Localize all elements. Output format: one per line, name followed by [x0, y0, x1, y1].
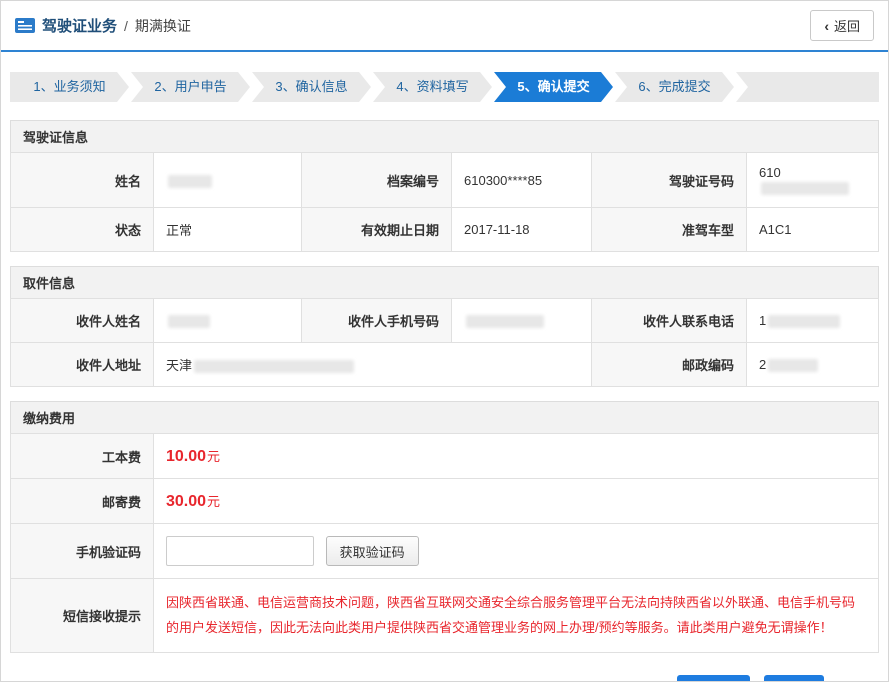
field-label-status: 状态 — [11, 208, 154, 252]
field-label-postal-code: 邮政编码 — [592, 343, 747, 387]
section-title: 驾驶证信息 — [10, 120, 879, 153]
redacted-value — [768, 315, 840, 328]
fee-value-production: 10.00元 — [154, 434, 879, 479]
fee-value-postage: 30.00元 — [154, 479, 879, 524]
fees-table: 工本费 10.00元 邮寄费 30.00元 手机验证码 获取验证码 短信接收提 — [10, 433, 879, 653]
breadcrumb: 驾驶证业务 / 期满换证 — [15, 15, 191, 36]
fee-label-postage: 邮寄费 — [11, 479, 154, 524]
previous-step-button[interactable]: 上一步 — [677, 675, 750, 682]
field-value-recipient-mobile — [452, 299, 592, 343]
field-value-recipient-name — [154, 299, 302, 343]
field-label-recipient-mobile: 收件人手机号码 — [302, 299, 452, 343]
back-chevron-icon: ‹ — [824, 19, 829, 33]
section-fees: 缴纳费用 工本费 10.00元 邮寄费 30.00元 手机验证码 — [10, 401, 879, 653]
step-4-fill-data[interactable]: 4、资料填写 — [373, 72, 492, 102]
fee-unit: 元 — [207, 494, 220, 509]
step-2-user-declaration[interactable]: 2、用户申告 — [131, 72, 250, 102]
fee-label-production: 工本费 — [11, 434, 154, 479]
redacted-value — [466, 315, 544, 328]
field-label-file-number: 档案编号 — [302, 153, 452, 208]
table-row: 手机验证码 获取验证码 — [11, 524, 879, 579]
table-row: 短信接收提示 因陕西省联通、电信运营商技术问题，陕西省互联网交通安全综合服务管理… — [11, 579, 879, 653]
step-5-confirm-submit[interactable]: 5、确认提交 — [494, 72, 613, 102]
section-title: 取件信息 — [10, 266, 879, 299]
page-subtitle: 期满换证 — [135, 16, 191, 36]
step-3-confirm-info[interactable]: 3、确认信息 — [252, 72, 371, 102]
redacted-value — [194, 360, 354, 373]
back-button-label: 返回 — [834, 16, 860, 35]
field-label-license-number: 驾驶证号码 — [592, 153, 747, 208]
pickup-info-table: 收件人姓名 收件人手机号码 收件人联系电话 1 收件人地址 天津 邮政编码 2 — [10, 298, 879, 387]
finish-button[interactable]: 完成 — [764, 675, 824, 682]
get-sms-code-button[interactable]: 获取验证码 — [326, 536, 419, 566]
field-label-recipient-name: 收件人姓名 — [11, 299, 154, 343]
redacted-value — [768, 359, 818, 372]
page-title: 驾驶证业务 — [42, 15, 117, 36]
fee-unit: 元 — [207, 449, 220, 464]
table-row: 状态 正常 有效期止日期 2017-11-18 准驾车型 A1C1 — [11, 208, 879, 252]
field-value-file-number: 610300****85 — [452, 153, 592, 208]
redacted-value — [168, 315, 210, 328]
table-row: 收件人姓名 收件人手机号码 收件人联系电话 1 — [11, 299, 879, 343]
section-title: 缴纳费用 — [10, 401, 879, 434]
back-button[interactable]: ‹ 返回 — [810, 10, 874, 41]
field-value-vehicle-class: A1C1 — [747, 208, 879, 252]
breadcrumb-separator: / — [124, 18, 128, 34]
step-1-business-notice[interactable]: 1、业务须知 — [10, 72, 129, 102]
field-label-name: 姓名 — [11, 153, 154, 208]
redacted-value — [168, 175, 212, 188]
section-license-info: 驾驶证信息 姓名 档案编号 610300****85 驾驶证号码 610 状态 … — [10, 120, 879, 252]
field-value-license-number: 610 — [747, 153, 879, 208]
step-wizard: 1、业务须知 2、用户申告 3、确认信息 4、资料填写 5、确认提交 6、完成提… — [10, 72, 879, 102]
field-label-expiry-date: 有效期止日期 — [302, 208, 452, 252]
redacted-value — [761, 182, 849, 195]
page-header: 驾驶证业务 / 期满换证 ‹ 返回 — [1, 1, 888, 52]
field-label-sms-notice: 短信接收提示 — [11, 579, 154, 653]
field-value-name — [154, 153, 302, 208]
table-row: 邮寄费 30.00元 — [11, 479, 879, 524]
license-info-table: 姓名 档案编号 610300****85 驾驶证号码 610 状态 正常 有效期… — [10, 152, 879, 252]
field-value-recipient-address: 天津 — [154, 343, 592, 387]
table-row: 收件人地址 天津 邮政编码 2 — [11, 343, 879, 387]
fee-amount: 10.00 — [166, 448, 206, 465]
field-label-recipient-phone: 收件人联系电话 — [592, 299, 747, 343]
table-row: 工本费 10.00元 — [11, 434, 879, 479]
sms-notice-text: 因陕西省联通、电信运营商技术问题，陕西省互联网交通安全综合服务管理平台无法向持陕… — [166, 591, 866, 640]
license-business-icon — [15, 18, 35, 33]
page-container: 驾驶证业务 / 期满换证 ‹ 返回 1、业务须知 2、用户申告 3、确认信息 4… — [0, 0, 889, 682]
sms-code-cell: 获取验证码 — [154, 524, 879, 579]
field-label-recipient-address: 收件人地址 — [11, 343, 154, 387]
sms-code-input[interactable] — [166, 536, 314, 566]
step-6-complete-submit[interactable]: 6、完成提交 — [615, 72, 734, 102]
section-pickup-info: 取件信息 收件人姓名 收件人手机号码 收件人联系电话 1 收件人地址 天津 邮政… — [10, 266, 879, 387]
fee-amount: 30.00 — [166, 493, 206, 510]
field-label-vehicle-class: 准驾车型 — [592, 208, 747, 252]
step-bar-filler — [736, 72, 879, 102]
sms-notice-cell: 因陕西省联通、电信运营商技术问题，陕西省互联网交通安全综合服务管理平台无法向持陕… — [154, 579, 879, 653]
table-row: 姓名 档案编号 610300****85 驾驶证号码 610 — [11, 153, 879, 208]
field-value-status: 正常 — [154, 208, 302, 252]
field-value-postal-code: 2 — [747, 343, 879, 387]
field-label-sms-code: 手机验证码 — [11, 524, 154, 579]
field-value-recipient-phone: 1 — [747, 299, 879, 343]
footer-actions: 上一步 完成 — [1, 667, 888, 682]
field-value-expiry-date: 2017-11-18 — [452, 208, 592, 252]
